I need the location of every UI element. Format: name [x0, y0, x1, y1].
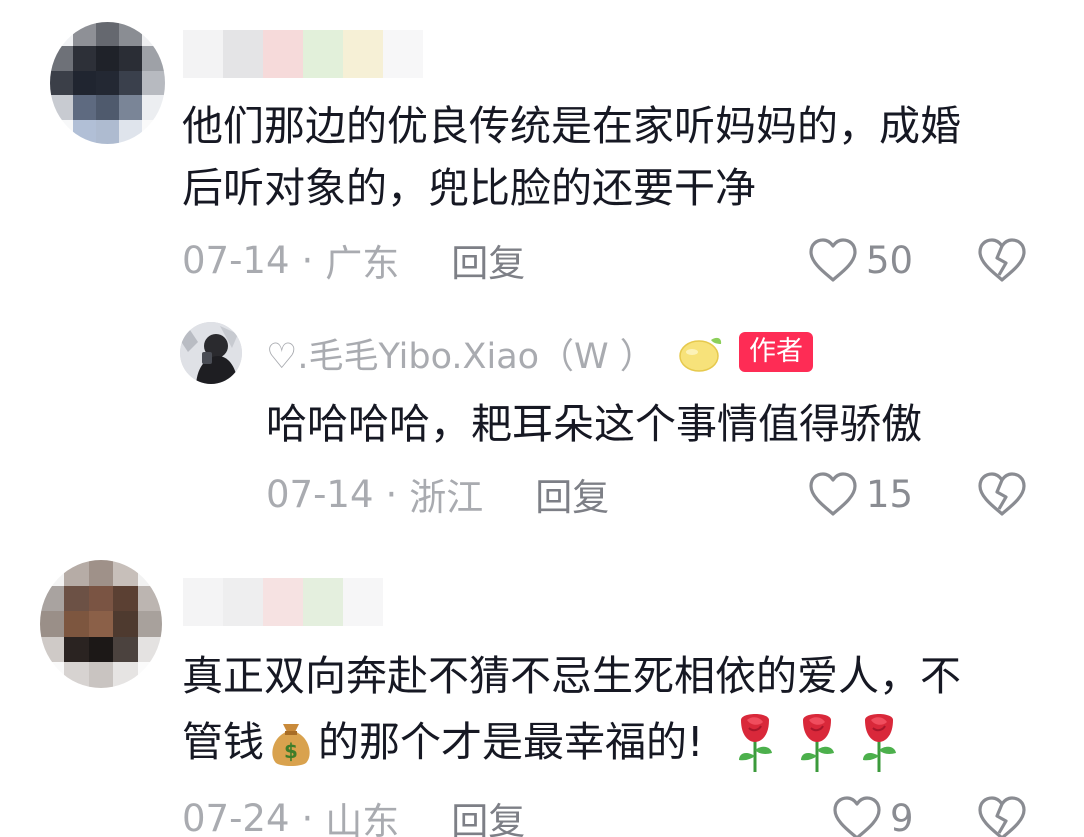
avatar[interactable]	[40, 560, 162, 688]
comment-text-part-b: 的那个才是最幸福的!	[318, 718, 704, 766]
comment-1: 他们那边的优良传统是在家听妈妈的，成婚 后听对象的，兜比脸的还要干净 07-14…	[0, 0, 1084, 300]
author-badge: 作者	[739, 332, 813, 372]
comment-date: 07-14	[182, 238, 290, 282]
money-bag-icon: $	[272, 724, 310, 766]
heart-icon	[809, 238, 857, 282]
dislike-icon[interactable]	[977, 237, 1027, 283]
reply-avatar[interactable]	[180, 322, 242, 384]
heart-icon	[809, 472, 857, 516]
like-button[interactable]: 15	[808, 466, 913, 522]
username-blurred[interactable]	[183, 30, 423, 78]
reply-username[interactable]: ♡.毛毛Yibo.Xiao（W ）	[266, 330, 655, 377]
heart-icon	[833, 796, 881, 837]
rose-icon	[863, 714, 897, 772]
like-count: 50	[866, 238, 914, 282]
comment-text-line-1: 他们那边的优良传统是在家听妈妈的，成婚	[182, 102, 961, 150]
reply-username-text: ♡.毛毛Yibo.Xiao（W ）	[266, 336, 655, 377]
meta-separator: ·	[301, 796, 314, 837]
svg-text:$: $	[284, 739, 298, 763]
reply-button[interactable]: 回复	[451, 791, 525, 837]
avatar[interactable]	[50, 22, 165, 144]
reply-location: 浙江	[409, 476, 484, 519]
comment-meta: 07-24 · 山东 回复	[182, 790, 525, 837]
comment-meta: 07-14 · 广东 回复	[182, 232, 525, 288]
like-button[interactable]: 50	[808, 232, 913, 288]
comment-text-line-2: 后听对象的，兜比脸的还要干净	[182, 164, 756, 212]
lemon-icon	[679, 337, 722, 372]
rose-icon	[739, 714, 773, 772]
dislike-icon[interactable]	[977, 471, 1027, 517]
like-button[interactable]: 9	[832, 790, 914, 837]
reply-button[interactable]: 回复	[535, 467, 609, 521]
avatar-photo	[180, 322, 242, 384]
reply-text: 哈哈哈哈，耙耳朵这个事情值得骄傲	[266, 400, 922, 448]
comment-text-line-2: 管钱 $ 的那个才是最幸福的!	[182, 710, 903, 774]
username-blurred[interactable]	[183, 578, 383, 626]
dislike-icon[interactable]	[977, 795, 1027, 837]
rose-icon	[801, 714, 835, 772]
comment-2: 真正双向奔赴不猜不忌生死相依的爱人，不 管钱 $ 的那个才是最幸福的! 07-2…	[0, 550, 1084, 837]
meta-separator: ·	[301, 238, 314, 282]
meta-separator: ·	[385, 472, 398, 516]
comment-text-line-1: 真正双向奔赴不猜不忌生死相依的爱人，不	[182, 652, 961, 700]
like-count: 9	[890, 796, 914, 837]
like-count: 15	[866, 472, 914, 516]
comment-location: 广东	[325, 242, 400, 285]
comment-location: 山东	[325, 800, 400, 837]
reply-button[interactable]: 回复	[451, 233, 525, 287]
reply-meta: 07-14 · 浙江 回复	[266, 466, 609, 522]
comment-text-part-a: 管钱	[182, 718, 264, 766]
comment-date: 07-24	[182, 796, 290, 837]
reply-date: 07-14	[266, 472, 374, 516]
reply-comment: ♡.毛毛Yibo.Xiao（W ） 作者 哈哈哈哈，耙耳朵这个事情值得骄傲 07…	[0, 300, 1084, 530]
